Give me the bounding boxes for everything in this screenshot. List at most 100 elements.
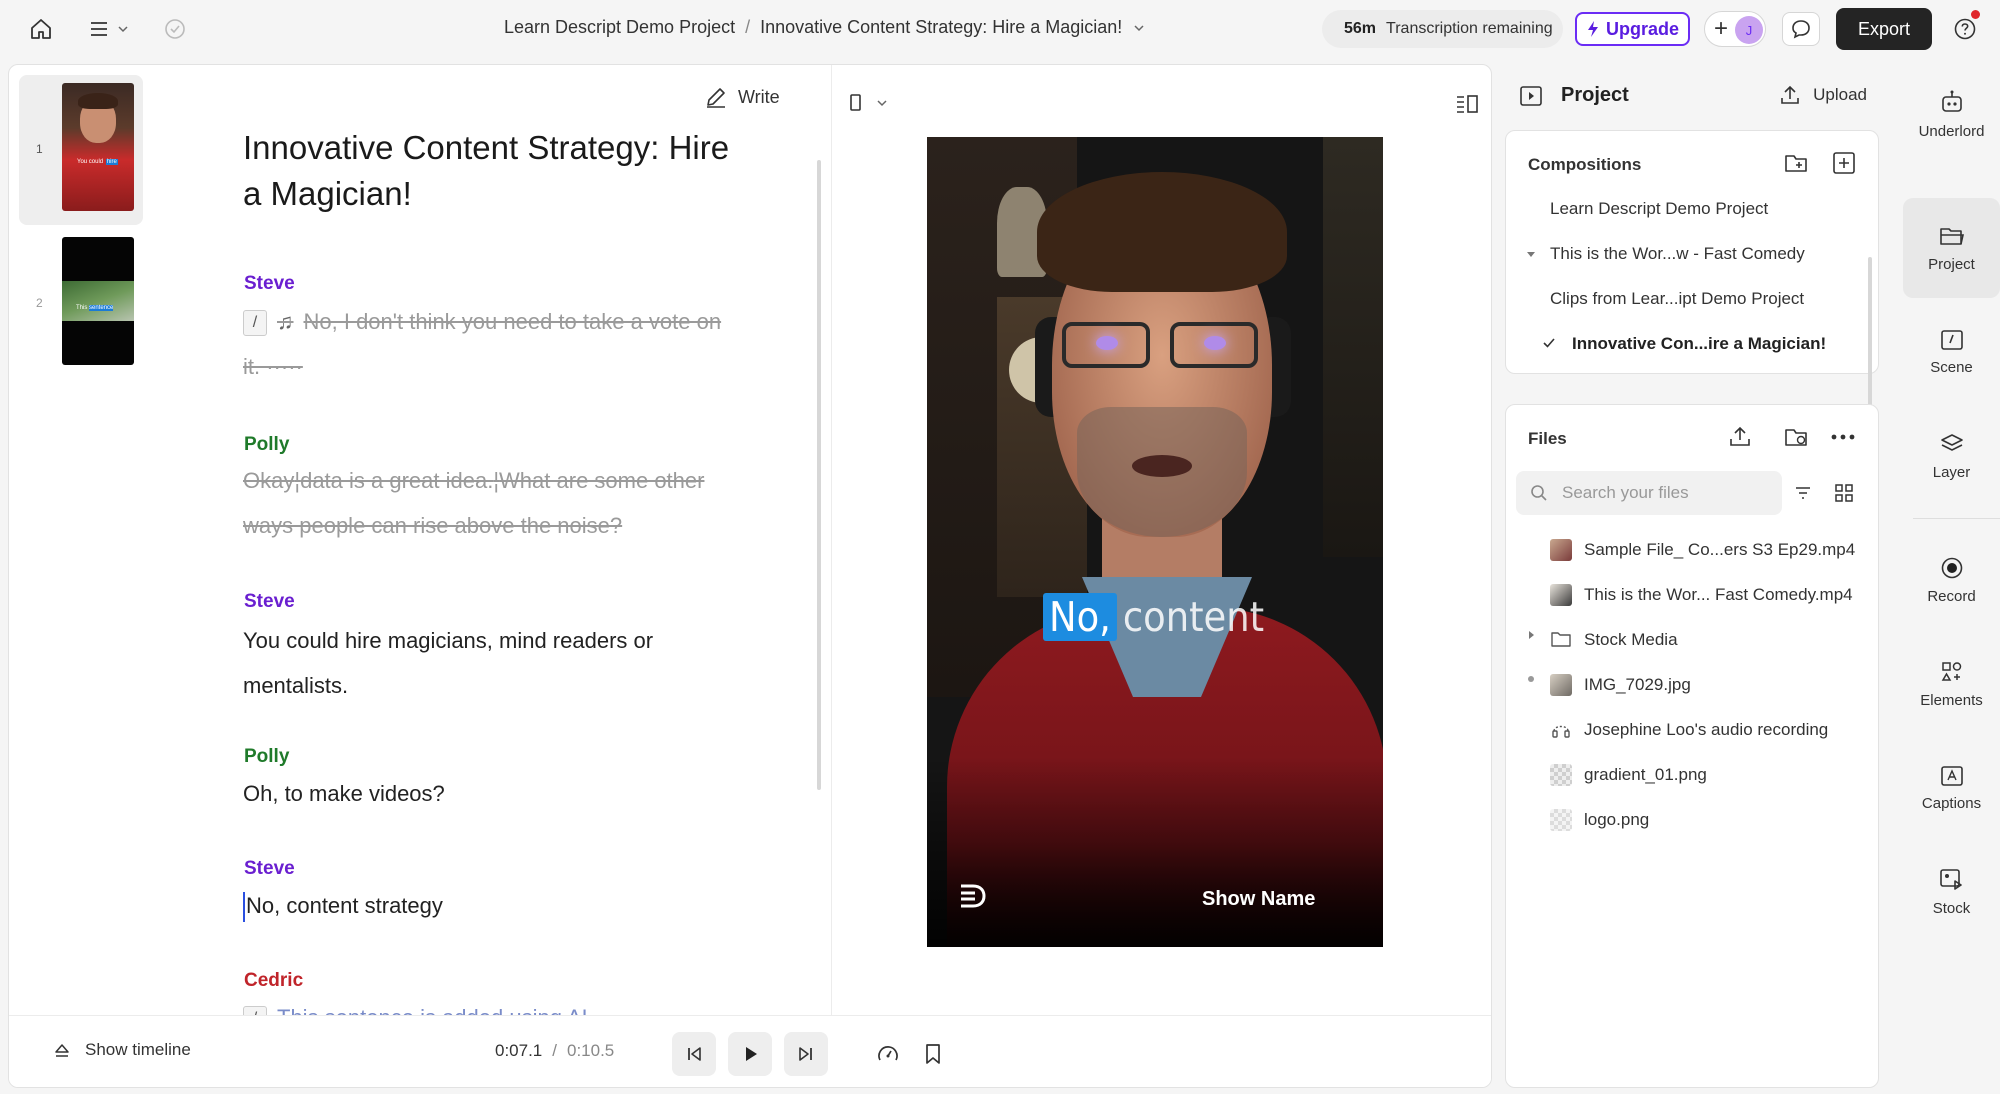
compositions-scrollbar[interactable] [1868,257,1872,417]
menu-icon[interactable] [82,14,132,44]
play-button[interactable] [728,1032,772,1076]
write-label: Write [738,86,780,107]
rail-label: Underlord [1918,122,1985,140]
composition-item-active[interactable]: Innovative Con...ire a Magician! [1572,334,1826,354]
script-paragraph[interactable]: Okay¦data is a great idea.¦What are some… [243,458,723,548]
filter-icon[interactable] [1794,485,1812,501]
image-thumbnail-icon [1550,809,1572,831]
total-time: 0:10.5 [567,1041,615,1060]
write-button[interactable]: Write [704,85,780,109]
slash-marker[interactable]: / [243,310,267,337]
scene-thumbnail-1[interactable]: 1 You could hire [19,75,143,225]
composition-item[interactable]: Learn Descript Demo Project [1550,199,1768,219]
plus-icon: + [1714,15,1729,42]
files-search-input[interactable]: Search your files [1516,471,1782,515]
file-item[interactable]: Josephine Loo's audio recording [1550,715,1828,745]
new-composition-icon[interactable] [1832,151,1856,175]
speaker-label[interactable]: Steve [244,273,295,295]
rail-label: Stock [1932,899,1971,917]
rail-item-project[interactable]: Project [1903,198,2000,298]
file-name: logo.png [1584,810,1650,829]
rail-separator [1913,518,2000,519]
breadcrumb-composition[interactable]: Innovative Content Strategy: Hire a Magi… [760,17,1122,38]
script-paragraph[interactable]: You could hire magicians, mind readers o… [243,618,723,708]
speaker-label[interactable]: Polly [244,434,289,456]
show-timeline-button[interactable]: Show timeline [53,1040,191,1060]
bolt-icon [1587,21,1598,37]
speaker-label[interactable]: Polly [244,746,289,768]
rail-item-layer[interactable]: Layer [1903,406,2000,506]
file-item[interactable]: This is the Wor... Fast Comedy.mp4 [1550,580,1853,610]
help-button[interactable] [1950,10,1980,44]
bookmark-button[interactable] [911,1032,955,1076]
rail-item-captions[interactable]: Captions [1903,738,2000,838]
video-thumbnail-icon [1550,584,1572,606]
skip-back-button[interactable] [672,1032,716,1076]
comments-button[interactable] [1782,12,1820,46]
rail-label: Layer [1932,463,1971,481]
stock-media-icon [1939,868,1962,890]
scene-thumbnail-2[interactable]: 2 This sentence [19,229,143,379]
file-item[interactable]: IMG_7029.jpg [1550,670,1691,700]
video-caption[interactable]: No, content [1043,593,1264,641]
folder-item[interactable]: Stock Media [1550,625,1678,655]
editor-card: 1 You could hire 2 This sentence Write I… [8,64,1492,1088]
pen-icon [707,88,725,108]
script-scrollbar[interactable] [817,160,821,790]
script-title[interactable]: Innovative Content Strategy: Hire a Magi… [243,125,743,217]
rail-item-stock[interactable]: Stock [1903,842,2000,942]
scene-caption-a: You could [77,159,105,165]
rail-label: Captions [1921,794,1982,812]
upload-button[interactable]: Upload [1779,84,1867,106]
file-name: IMG_7029.jpg [1584,675,1691,694]
scene-number: 2 [36,296,43,310]
panel-divider[interactable] [831,65,832,1025]
play-square-icon [1520,85,1542,106]
caret-down-icon[interactable] [1526,249,1536,259]
skip-forward-button[interactable] [784,1032,828,1076]
file-item[interactable]: gradient_01.png [1550,760,1707,790]
compositions-card: Compositions Learn Descript Demo Project… [1505,130,1879,417]
shared-folder-icon[interactable] [1784,425,1810,449]
help-icon [1954,18,1976,40]
rail-item-elements[interactable]: Elements [1903,634,2000,734]
more-options-icon[interactable] [1830,433,1856,441]
new-folder-icon[interactable] [1784,151,1810,175]
composition-item[interactable]: This is the Wor...w - Fast Comedy [1550,244,1805,264]
upgrade-button[interactable]: Upgrade [1575,12,1690,46]
speaker-label[interactable]: Steve [244,858,295,880]
layout-toggle-icon[interactable] [1455,93,1479,115]
playback-speed-button[interactable] [866,1032,910,1076]
bookmark-icon [926,1044,940,1064]
grid-view-icon[interactable] [1834,483,1854,503]
avatar[interactable]: J [1735,16,1763,44]
speaker-label[interactable]: Steve [244,591,295,613]
rail-item-scene[interactable]: Scene [1903,302,2000,402]
caret-right-icon[interactable] [1526,630,1536,640]
file-name: Sample File_ Co...ers S3 Ep29.mp4 [1584,540,1856,559]
script-paragraph[interactable]: Oh, to make videos? [243,771,723,816]
chevron-down-icon[interactable] [1132,17,1146,38]
script-editor[interactable]: Write Innovative Content Strategy: Hire … [179,65,819,1033]
file-item[interactable]: Sample File_ Co...ers S3 Ep29.mp4 [1550,535,1855,565]
folder-open-icon [1939,227,1964,245]
script-paragraph[interactable]: No, content strategy [243,883,723,928]
paragraph-text-a: Okay [243,468,295,493]
scene-caption-a: This [76,305,90,311]
script-paragraph[interactable]: / ♫ No, I don't think you need to take a v… [243,299,723,389]
composition-folder[interactable]: Clips from Lear...ipt Demo Project [1550,289,1804,309]
bullet-dot [1528,676,1534,682]
comment-icon [1792,20,1810,39]
breadcrumb-project[interactable]: Learn Descript Demo Project [504,17,735,38]
home-icon[interactable] [26,14,56,44]
video-preview[interactable]: No, content Show Name [927,137,1383,947]
speaker-label[interactable]: Cedric [244,970,303,992]
rail-item-underlord[interactable]: Underlord [1903,64,2000,164]
rail-item-record[interactable]: Record [1903,530,2000,630]
aspect-ratio-dropdown[interactable] [849,93,889,113]
image-thumbnail-icon [1550,674,1572,696]
add-collaborator-button[interactable]: + J [1704,11,1766,47]
file-item[interactable]: logo.png [1550,805,1649,835]
upload-file-icon[interactable] [1728,425,1752,449]
export-button[interactable]: Export [1836,8,1932,50]
